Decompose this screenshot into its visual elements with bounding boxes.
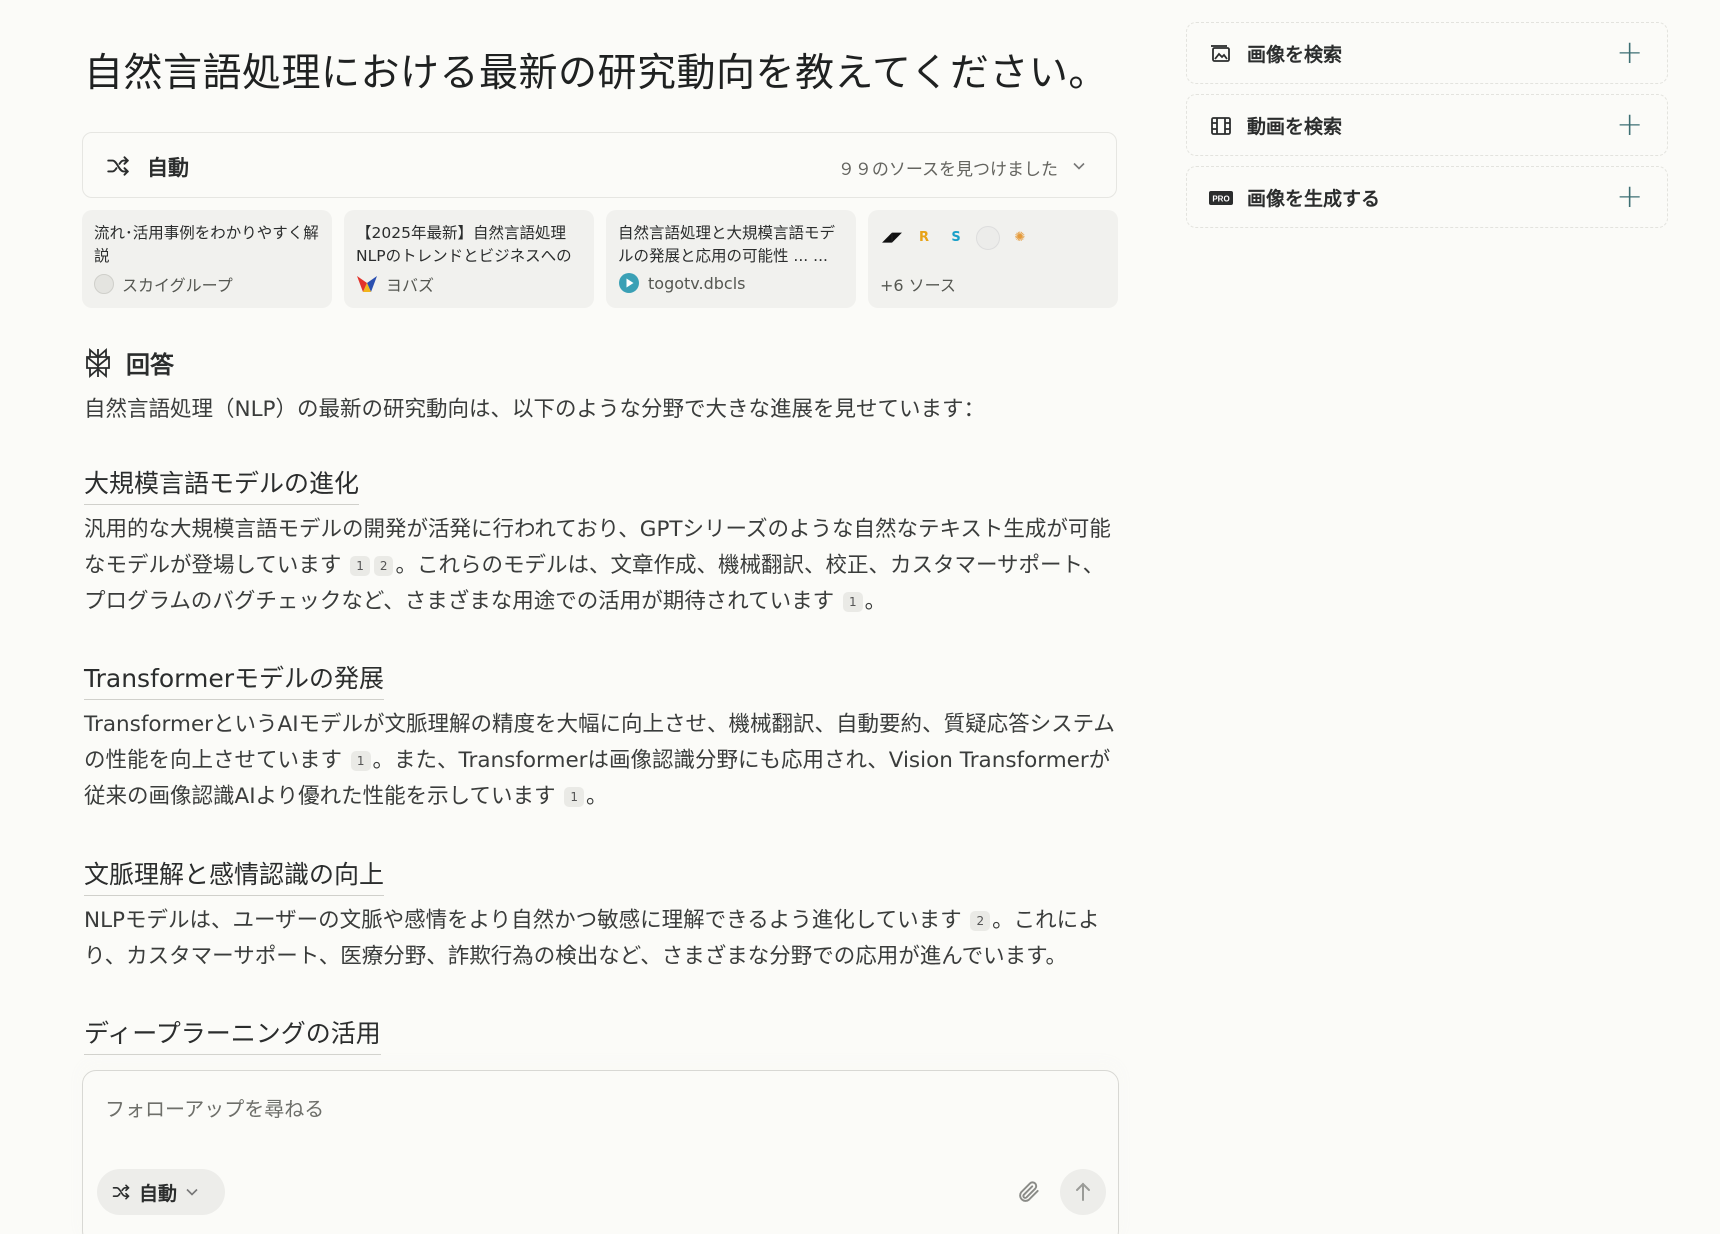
search-mode-bar[interactable]: 自動 ９９のソースを見つけました: [82, 132, 1117, 198]
answer-intro: 自然言語処理（NLP）の最新の研究動向は、以下のような分野で大きな進展を見せてい…: [84, 397, 986, 422]
more-sources-label: +6 ソース: [880, 276, 956, 295]
right-sidebar: 画像を検索 + 動画を検索 + PRO 画像を生成する +: [1186, 22, 1668, 238]
section-heading: ディープラーニングの活用: [84, 1014, 381, 1055]
citation-badge[interactable]: 1: [350, 751, 371, 771]
section-paragraph: TransformerというAIモデルが文脈理解の精度を大幅に向上させ、機械翻訳…: [84, 712, 1115, 809]
citation-badge[interactable]: 2: [970, 911, 991, 931]
yobuzu-logo-icon: [357, 276, 377, 292]
source-card[interactable]: 流れ･活用事例をわかりやすく解説 スカイグループ: [82, 210, 332, 308]
plus-icon[interactable]: +: [1616, 177, 1643, 215]
shuffle-icon: [112, 1184, 130, 1200]
plus-icon[interactable]: +: [1616, 33, 1643, 71]
citation-badge[interactable]: 1: [842, 592, 863, 612]
source-card-title: 【2025年最新】自然言語処理NLPのトレンドとビジネスへの影...: [356, 224, 572, 265]
favicon-icon: S: [951, 230, 961, 245]
mode-label: 自動: [147, 156, 189, 180]
svg-text:PRO: PRO: [1212, 195, 1229, 204]
citation-badge[interactable]: 2: [373, 556, 394, 576]
favicon-icon: [976, 226, 1000, 250]
source-card[interactable]: 自然言語処理と大規模言語モデルの発展と応用の可能性 ... ... togotv…: [606, 210, 856, 308]
more-sources-card[interactable]: ◢◤ R S ✺ +6 ソース: [868, 210, 1118, 308]
film-icon: [1211, 117, 1231, 135]
mode-pill-label: 自動: [139, 1182, 178, 1205]
image-icon: [1211, 45, 1230, 62]
section-paragraph: NLPモデルは、ユーザーの文脈や感情をより自然かつ敏感に理解できるよう進化してい…: [84, 908, 1100, 969]
source-favicons: ◢◤ R S ✺: [880, 224, 1106, 252]
source-cards: 流れ･活用事例をわかりやすく解説 スカイグループ 【2025年最新】自然言語処理…: [82, 210, 1118, 308]
section-paragraph: 汎用的な大規模言語モデルの開発が活発に行われており、GPTシリーズのような自然な…: [84, 517, 1111, 614]
followup-composer[interactable]: フォローアップを尋ねる 自動: [82, 1070, 1119, 1234]
chevron-down-icon: [186, 1188, 198, 1196]
search-videos-button[interactable]: 動画を検索 +: [1186, 94, 1668, 156]
search-videos-label: 動画を検索: [1247, 116, 1343, 138]
favicon-icon: R: [918, 230, 929, 245]
send-button[interactable]: [1060, 1169, 1106, 1215]
mode-select-button[interactable]: 自動: [97, 1169, 225, 1215]
chevron-down-icon[interactable]: [1072, 159, 1086, 173]
main-column: 自然言語処理における最新の研究動向を教えてください。 自動 ９９のソースを見つけ…: [82, 0, 1119, 1234]
favicon-icon: ✺: [1014, 230, 1026, 245]
followup-input[interactable]: フォローアップを尋ねる: [105, 1093, 324, 1122]
section-heading: 大規模言語モデルの進化: [84, 464, 360, 505]
perplexity-logo-icon: [86, 347, 110, 378]
source-card-site: togotv.dbcls: [648, 273, 746, 293]
answer-header: 回答: [84, 345, 174, 380]
pro-badge-icon: PRO: [1209, 191, 1233, 205]
source-card-title: 自然言語処理と大規模言語モデルの発展と応用の可能性 ... ...: [618, 224, 836, 265]
sources-found-text[interactable]: ９９のソースを見つけました: [838, 155, 1058, 180]
arrow-up-icon: [1076, 1182, 1090, 1201]
togotv-logo-icon: [619, 273, 639, 293]
generate-image-button[interactable]: PRO 画像を生成する +: [1186, 166, 1668, 228]
source-card-title: 流れ･活用事例をわかりやすく解説: [94, 224, 319, 265]
section-heading: Transformerモデルの発展: [84, 659, 385, 700]
attach-icon[interactable]: [1016, 1179, 1042, 1205]
globe-icon: [94, 274, 114, 294]
search-images-label: 画像を検索: [1247, 44, 1343, 66]
source-card-site: ヨバズ: [386, 276, 435, 295]
generate-image-label: 画像を生成する: [1247, 188, 1381, 210]
favicon-icon: ◢◤: [882, 230, 902, 245]
shuffle-icon: [107, 156, 129, 176]
citation-badge[interactable]: 1: [350, 556, 370, 576]
answer-label: 回答: [126, 351, 174, 379]
plus-icon[interactable]: +: [1616, 105, 1643, 143]
page-title: 自然言語処理における最新の研究動向を教えてください。: [84, 51, 1108, 96]
source-card-site: スカイグループ: [122, 276, 233, 295]
source-card[interactable]: 【2025年最新】自然言語処理NLPのトレンドとビジネスへの影... ヨバズ: [344, 210, 594, 308]
search-images-button[interactable]: 画像を検索 +: [1186, 22, 1668, 84]
citation-badge[interactable]: 1: [564, 787, 584, 807]
section-heading: 文脈理解と感情認識の向上: [84, 855, 385, 896]
